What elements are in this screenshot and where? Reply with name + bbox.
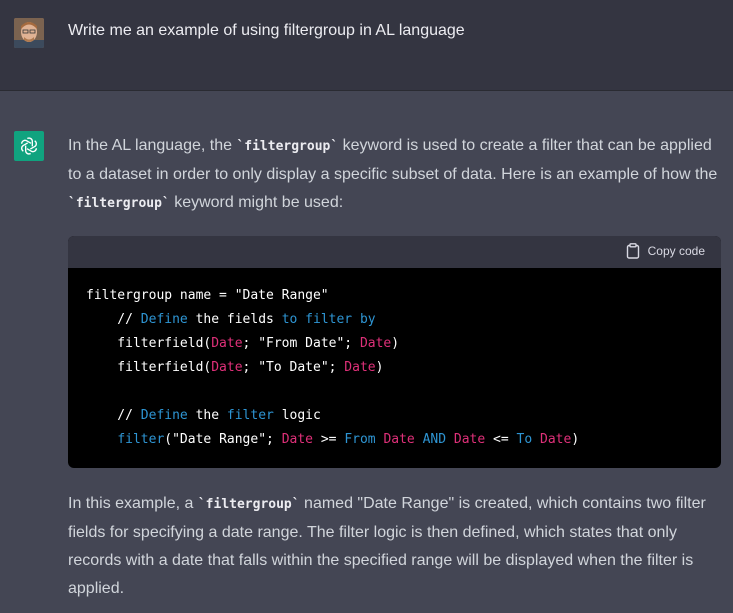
inline-code: `filtergroup` <box>68 196 170 211</box>
code-token: AND <box>422 432 447 447</box>
code-token: filter <box>226 408 274 423</box>
code-token: filterfield( <box>86 336 212 351</box>
code-token: Date <box>281 432 313 447</box>
code-token: by <box>359 312 376 327</box>
inline-code: `filtergroup` <box>236 139 339 154</box>
code-token: to <box>281 312 298 327</box>
user-message-text: Write me an example of using filtergroup… <box>68 22 465 39</box>
code-line: filterfield(Date; "To Date"; Date) <box>86 356 703 380</box>
code-token: filterfield( <box>86 360 212 375</box>
code-line: filtergroup name = "Date Range" <box>86 284 703 308</box>
code-token: ("Date Range"; <box>164 432 282 447</box>
code-line: filterfield(Date; "From Date"; Date) <box>86 332 703 356</box>
code-token: ) <box>571 432 580 447</box>
code-line: filter("Date Range"; Date >= From Date A… <box>86 428 703 452</box>
code-token: ; "To Date"; <box>242 360 345 375</box>
text-span: In this example, a <box>68 495 198 512</box>
code-content: filtergroup name = "Date Range" // Defin… <box>68 268 721 468</box>
code-token: Date <box>344 360 376 375</box>
code-token: ) <box>391 336 400 351</box>
code-token: logic <box>273 408 321 423</box>
code-token: filter <box>305 312 353 327</box>
code-token: Define <box>140 408 188 423</box>
code-block-header: Copy code <box>68 236 721 268</box>
code-token: filter <box>117 432 165 447</box>
code-token: Date <box>383 432 415 447</box>
code-token: // <box>86 312 141 327</box>
user-message-row: Write me an example of using filtergroup… <box>0 0 733 91</box>
code-token: ) <box>375 360 384 375</box>
code-token: ; "From Date"; <box>242 336 360 351</box>
assistant-paragraph-explanation: In this example, a `filtergroup` named "… <box>68 490 718 603</box>
code-token: <= <box>485 432 517 447</box>
assistant-paragraph-intro: In the AL language, the `filtergroup` ke… <box>68 132 718 218</box>
user-avatar <box>14 18 44 48</box>
code-token: Date <box>211 336 243 351</box>
code-token: the <box>187 408 227 423</box>
text-span: In the AL language, the <box>68 137 237 154</box>
code-token: the fields <box>187 312 282 327</box>
text-span: keyword might be used: <box>169 194 344 211</box>
code-token: From <box>344 432 376 447</box>
code-token: Date <box>359 336 392 351</box>
copy-code-label: Copy code <box>647 244 705 258</box>
code-token: Date <box>453 432 486 447</box>
assistant-message-row: In the AL language, the `filtergroup` ke… <box>0 91 733 613</box>
inline-code: `filtergroup` <box>197 497 300 512</box>
copy-code-button[interactable]: Copy code <box>626 243 705 259</box>
code-line: // Define the fields to filter by <box>86 308 703 332</box>
code-line: // Define the filter logic <box>86 404 703 428</box>
code-token: Define <box>140 312 188 327</box>
code-token: >= <box>313 432 345 447</box>
code-token: // <box>86 408 141 423</box>
code-token: To <box>516 432 533 447</box>
code-token: Date <box>211 360 243 375</box>
code-token: filtergroup name = "Date Range" <box>86 288 329 303</box>
chatgpt-logo-icon <box>14 131 44 161</box>
code-block: Copy code filtergroup name = "Date Range… <box>68 236 721 468</box>
code-token: Date <box>540 432 572 447</box>
clipboard-icon <box>626 243 639 259</box>
